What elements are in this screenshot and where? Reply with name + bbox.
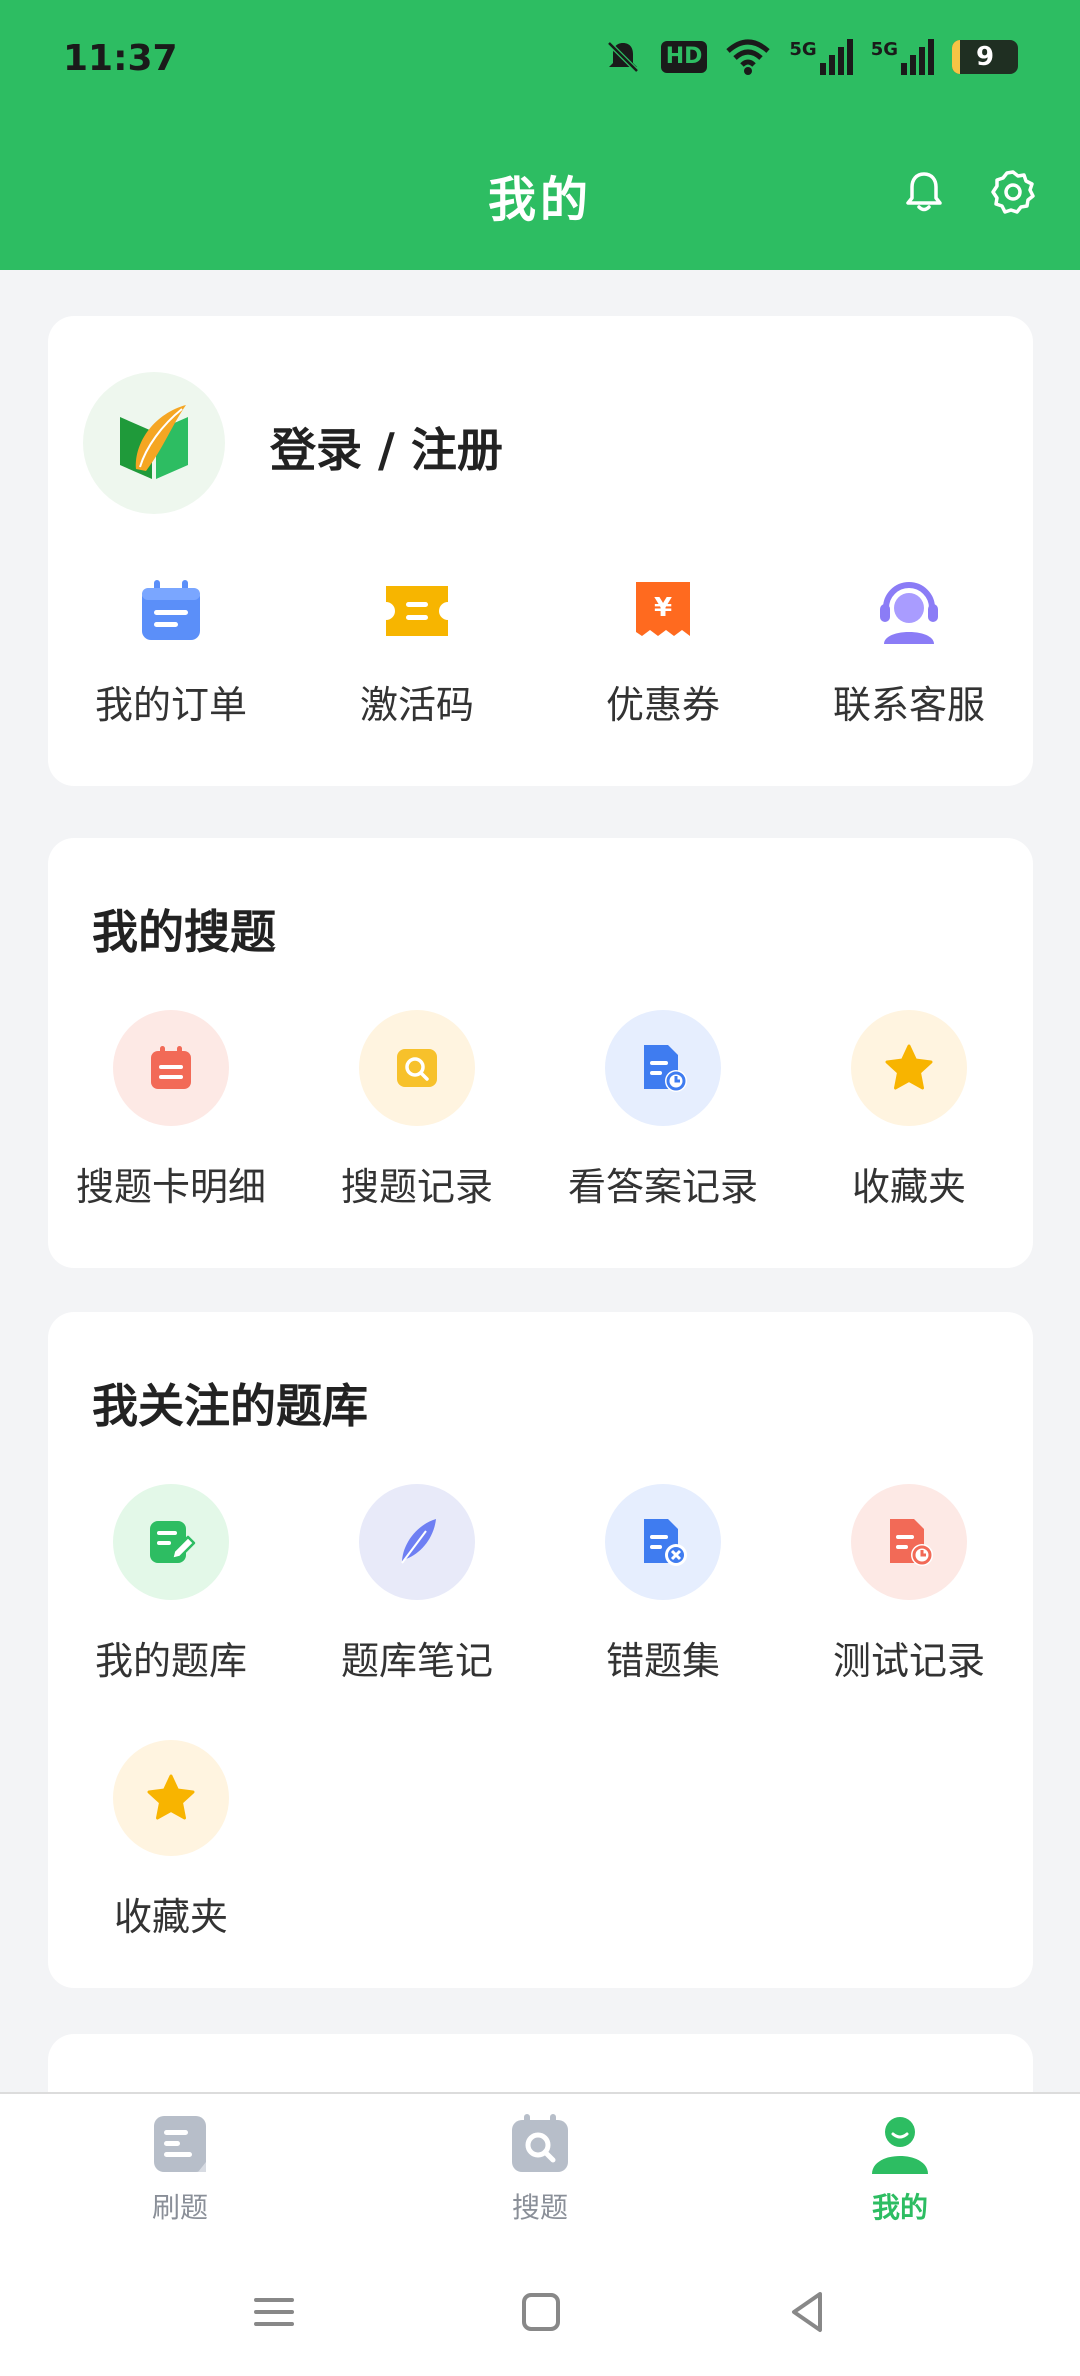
grid-label: 看答案记录 xyxy=(567,1165,758,1209)
grid-label: 错题集 xyxy=(605,1639,720,1683)
my-search-grid: 搜题卡明细 搜题记录 看答案记录 收藏夹 xyxy=(48,1010,1033,1266)
tab-label: 搜题 xyxy=(511,2191,568,2224)
avatar[interactable] xyxy=(83,372,225,514)
bank-favorites-item[interactable]: 收藏夹 xyxy=(48,1740,294,1996)
svg-text:¥: ¥ xyxy=(654,593,672,623)
home-square-icon[interactable] xyxy=(513,2284,569,2340)
my-page-screen: 11:37 HD 5G 5G 9 我的 登录 / 注册 我的订单 激活码 ¥ 优… xyxy=(0,0,1080,2376)
bell-icon[interactable] xyxy=(900,168,948,216)
signal-5g-icon-1: 5G xyxy=(789,39,853,75)
calendar-order-icon xyxy=(142,580,200,640)
wifi-icon xyxy=(726,39,771,75)
bottom-tab-bar: 刷题 搜题 我的 xyxy=(0,2092,1080,2248)
grid-label: 我的题库 xyxy=(94,1639,247,1683)
status-time: 11:37 xyxy=(63,38,178,79)
my-search-card: 我的搜题 搜题卡明细 搜题记录 看答案记录 收藏夹 xyxy=(48,838,1033,1268)
section-title: 我关注的题库 xyxy=(92,1379,368,1433)
tab-label: 刷题 xyxy=(151,2191,208,2224)
grid-label: 题库笔记 xyxy=(340,1639,493,1683)
tab-mine[interactable]: 我的 xyxy=(720,2094,1080,2248)
grid-label: 搜题记录 xyxy=(340,1165,493,1209)
quick-action-label: 联系客服 xyxy=(832,683,985,727)
section-title: 我的搜题 xyxy=(92,905,276,959)
profile-card: 登录 / 注册 我的订单 激活码 ¥ 优惠券 联系客服 xyxy=(48,316,1033,786)
back-triangle-icon[interactable] xyxy=(780,2284,836,2340)
quick-action-label: 优惠券 xyxy=(605,683,720,727)
tab-label: 我的 xyxy=(871,2191,928,2224)
signal-5g-icon-2: 5G xyxy=(871,39,934,75)
test-record-item[interactable]: 测试记录 xyxy=(786,1484,1032,1740)
search-favorites-item[interactable]: 收藏夹 xyxy=(786,1010,1032,1266)
answer-record-icon xyxy=(644,1045,687,1092)
answer-record-item[interactable]: 看答案记录 xyxy=(540,1010,786,1266)
user-icon xyxy=(872,2117,928,2174)
quick-action-label: 激活码 xyxy=(359,683,474,727)
card-detail-icon xyxy=(151,1046,191,1089)
star-icon xyxy=(885,1044,933,1090)
edit-doc-icon xyxy=(150,1521,196,1563)
feather-icon xyxy=(401,1519,436,1564)
bank-notes-item[interactable]: 题库笔记 xyxy=(294,1484,540,1740)
status-icons: HD 5G 5G 9 xyxy=(603,32,1018,82)
test-record-icon xyxy=(890,1519,933,1566)
menu-icon[interactable] xyxy=(246,2284,302,2340)
quick-action-label: 我的订单 xyxy=(94,683,247,727)
tab-search[interactable]: 搜题 xyxy=(360,2094,720,2248)
search-record-icon xyxy=(397,1049,437,1087)
app-logo-icon xyxy=(120,405,188,479)
my-bank-item[interactable]: 我的题库 xyxy=(48,1484,294,1740)
grid-label: 测试记录 xyxy=(832,1639,985,1683)
top-header: 11:37 HD 5G 5G 9 我的 xyxy=(0,0,1080,270)
gear-icon[interactable] xyxy=(989,168,1037,216)
grid-label: 搜题卡明细 xyxy=(75,1165,266,1209)
grid-label: 收藏夹 xyxy=(851,1165,966,1209)
quick-action-my-orders[interactable]: 我的订单 xyxy=(48,574,294,729)
ticket-icon xyxy=(386,586,448,636)
wrong-questions-item[interactable]: 错题集 xyxy=(540,1484,786,1740)
battery-indicator: 9 xyxy=(952,40,1018,74)
quick-action-coupons[interactable]: ¥ 优惠券 xyxy=(540,574,786,729)
star-icon xyxy=(147,1774,195,1820)
coupon-icon: ¥ xyxy=(636,582,690,636)
quick-action-activation-code[interactable]: 激活码 xyxy=(294,574,540,729)
customer-service-icon xyxy=(880,582,938,644)
search-record-item[interactable]: 搜题记录 xyxy=(294,1010,540,1266)
wrong-doc-icon xyxy=(644,1519,687,1566)
followed-bank-card: 我关注的题库 我的题库 题库笔记 错题集 测试记录 收藏夹 xyxy=(48,1312,1033,1988)
followed-bank-grid: 我的题库 题库笔记 错题集 测试记录 收藏夹 xyxy=(48,1484,1033,1996)
grid-label: 收藏夹 xyxy=(113,1895,228,1939)
tab-practice[interactable]: 刷题 xyxy=(0,2094,360,2248)
hd-icon: HD xyxy=(660,41,708,73)
login-register-link[interactable]: 登录 / 注册 xyxy=(270,414,503,480)
practice-doc-icon xyxy=(154,2116,206,2172)
search-tab-icon xyxy=(512,2114,568,2172)
search-card-detail-item[interactable]: 搜题卡明细 xyxy=(48,1010,294,1266)
system-navigation-bar xyxy=(0,2248,1080,2376)
quick-actions-row: 我的订单 激活码 ¥ 优惠券 联系客服 xyxy=(48,574,1033,729)
quick-action-customer-service[interactable]: 联系客服 xyxy=(786,574,1032,729)
mute-bell-icon xyxy=(606,41,639,73)
